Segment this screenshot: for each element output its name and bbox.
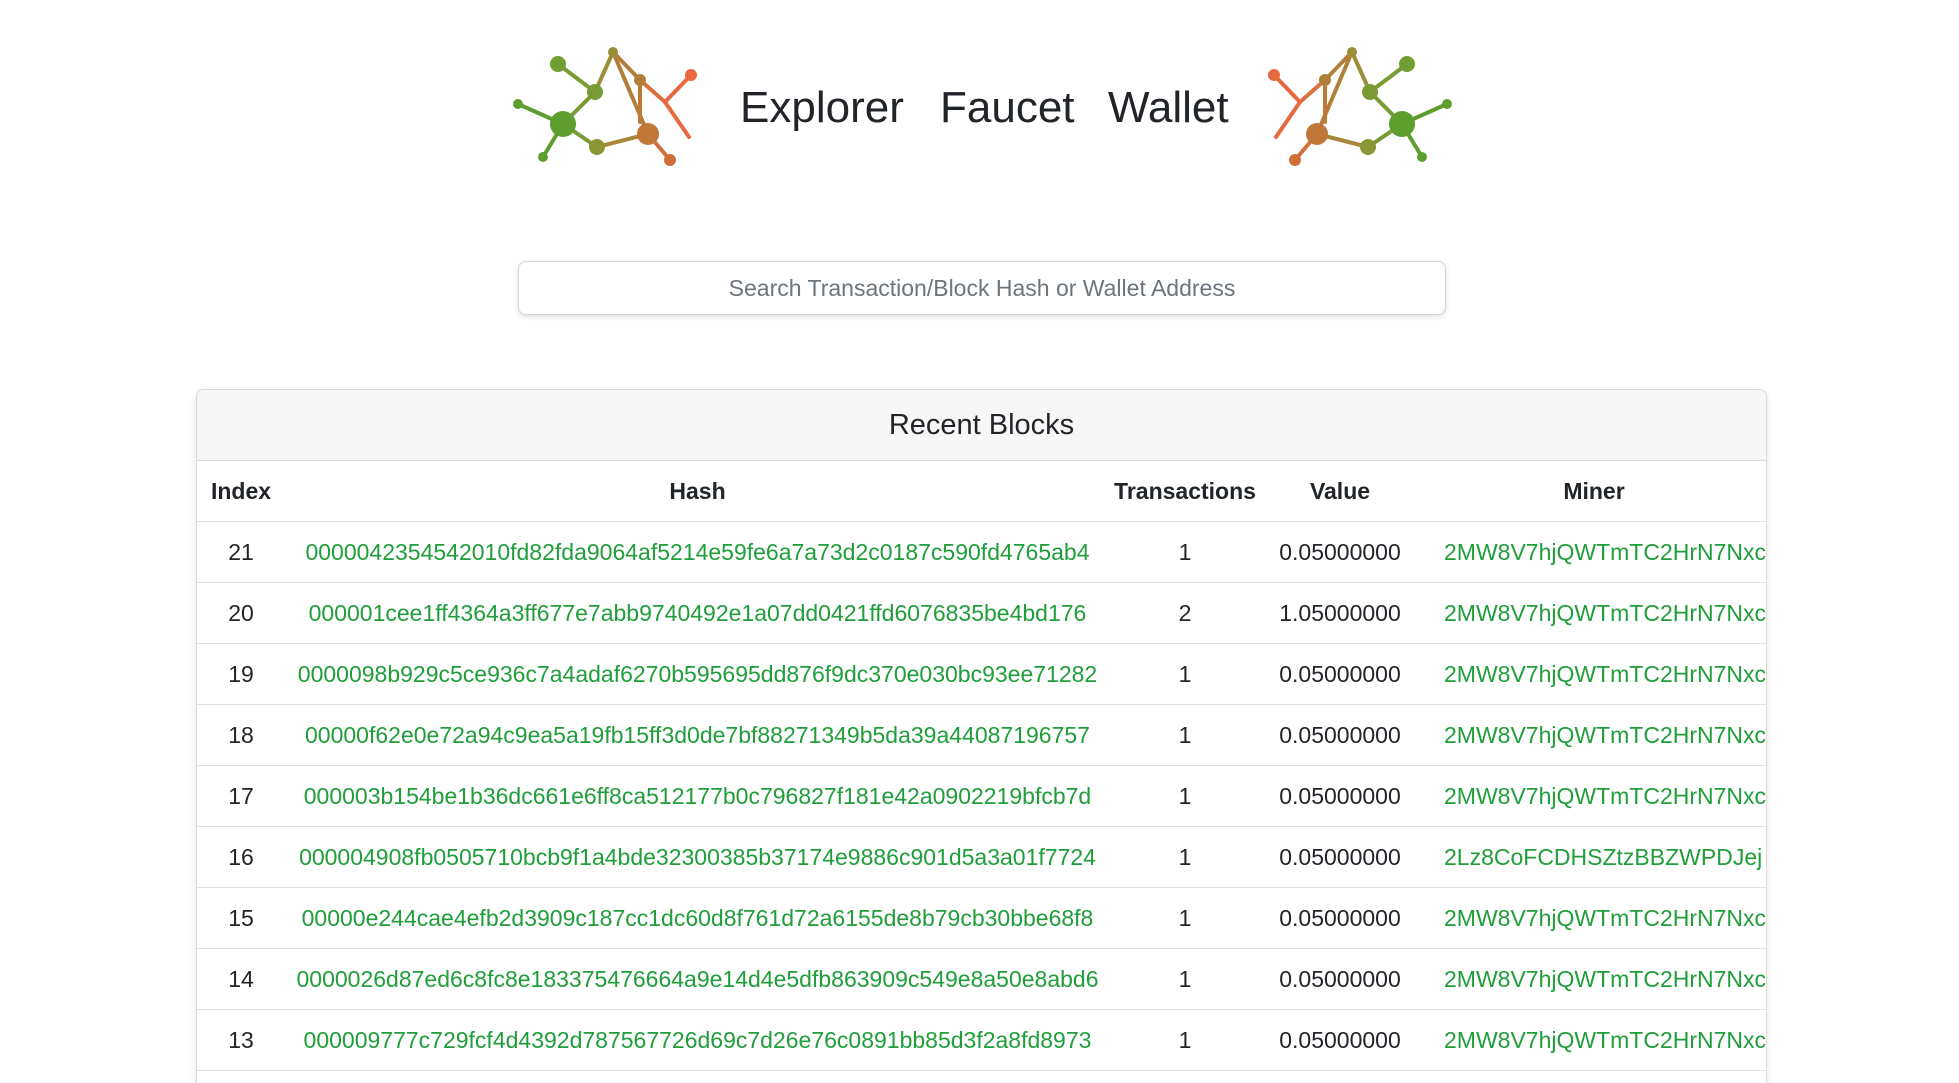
block-transaction-count: 1 xyxy=(1110,765,1260,827)
block-hash-link[interactable]: 000001cee1ff4364a3ff677e7abb9740492e1a07… xyxy=(309,600,1087,626)
search-input[interactable] xyxy=(518,261,1446,315)
block-value: 0.05000000 xyxy=(1260,826,1420,888)
block-index: 21 xyxy=(197,521,285,583)
blocks-table: Index Hash Transactions Value Miner 21 00… xyxy=(197,461,1766,1071)
block-hash-link[interactable]: 000004908fb0505710bcb9f1a4bde32300385b37… xyxy=(299,844,1096,870)
table-row: 13 000009777c729fcf4d4392d787567726d69c7d… xyxy=(197,1009,1766,1071)
block-index: 15 xyxy=(197,887,285,949)
block-transaction-count: 1 xyxy=(1110,1009,1260,1071)
recent-blocks-card: Recent Blocks Index Hash Transactions Va… xyxy=(196,389,1767,1083)
network-logo-icon xyxy=(1268,47,1452,166)
block-index: 16 xyxy=(197,826,285,888)
block-value: 0.05000000 xyxy=(1260,1009,1420,1071)
table-row: 17 000003b154be1b36dc661e6ff8ca512177b0c7… xyxy=(197,765,1766,827)
block-index: 20 xyxy=(197,582,285,644)
block-index: 17 xyxy=(197,765,285,827)
block-hash-link[interactable]: 00000e244cae4efb2d3909c187cc1dc60d8f761d… xyxy=(302,905,1094,931)
nav-explorer-link[interactable]: Explorer xyxy=(740,78,904,138)
block-transaction-count: 1 xyxy=(1110,704,1260,766)
table-header-row: Index Hash Transactions Value Miner xyxy=(197,461,1766,522)
table-row: 19 0000098b929c5ce936c7a4adaf6270b595695d… xyxy=(197,643,1766,705)
column-header-miner: Miner xyxy=(1420,461,1766,522)
block-index: 18 xyxy=(197,704,285,766)
table-row: 18 00000f62e0e72a94c9ea5a19fb15ff3d0de7bf… xyxy=(197,704,1766,766)
block-transaction-count: 1 xyxy=(1110,643,1260,705)
block-value: 1.05000000 xyxy=(1260,582,1420,644)
table-row: 14 0000026d87ed6c8fc8e183375476664a9e14d4… xyxy=(197,948,1766,1010)
explorer-page: Explorer Faucet Wallet Search Transactio… xyxy=(0,0,1959,1083)
block-hash-link[interactable]: 000003b154be1b36dc661e6ff8ca512177b0c796… xyxy=(304,783,1091,809)
network-logo-icon xyxy=(513,47,697,166)
miner-address-link[interactable]: 2Lz8CoFCDHSZtzBBZWPDJej xyxy=(1444,844,1762,870)
table-row: 15 00000e244cae4efb2d3909c187cc1dc60d8f76… xyxy=(197,887,1766,949)
miner-address-link[interactable]: 2MW8V7hjQWTmTC2HrN7Nxc xyxy=(1444,1027,1766,1053)
block-value: 0.05000000 xyxy=(1260,765,1420,827)
miner-address-link[interactable]: 2MW8V7hjQWTmTC2HrN7Nxc xyxy=(1444,783,1766,809)
nav-wallet-link[interactable]: Wallet xyxy=(1108,78,1229,138)
block-index: 19 xyxy=(197,643,285,705)
block-value: 0.05000000 xyxy=(1260,643,1420,705)
miner-address-link[interactable]: 2MW8V7hjQWTmTC2HrN7Nxc xyxy=(1444,966,1766,992)
block-transaction-count: 1 xyxy=(1110,521,1260,583)
block-value: 0.05000000 xyxy=(1260,887,1420,949)
table-row: 20 000001cee1ff4364a3ff677e7abb9740492e1a… xyxy=(197,582,1766,644)
block-value: 0.05000000 xyxy=(1260,704,1420,766)
block-transaction-count: 1 xyxy=(1110,887,1260,949)
miner-address-link[interactable]: 2MW8V7hjQWTmTC2HrN7Nxc xyxy=(1444,539,1766,565)
column-header-index: Index xyxy=(197,461,285,522)
block-hash-link[interactable]: 000009777c729fcf4d4392d787567726d69c7d26… xyxy=(304,1027,1092,1053)
miner-address-link[interactable]: 2MW8V7hjQWTmTC2HrN7Nxc xyxy=(1444,600,1766,626)
block-transaction-count: 2 xyxy=(1110,582,1260,644)
miner-address-link[interactable]: 2MW8V7hjQWTmTC2HrN7Nxc xyxy=(1444,722,1766,748)
miner-address-link[interactable]: 2MW8V7hjQWTmTC2HrN7Nxc xyxy=(1444,905,1766,931)
block-index: 14 xyxy=(197,948,285,1010)
nav-faucet-link[interactable]: Faucet xyxy=(940,78,1075,138)
block-hash-link[interactable]: 0000098b929c5ce936c7a4adaf6270b595695dd8… xyxy=(298,661,1097,687)
column-header-value: Value xyxy=(1260,461,1420,522)
recent-blocks-title: Recent Blocks xyxy=(197,390,1766,461)
block-value: 0.05000000 xyxy=(1260,521,1420,583)
block-hash-link[interactable]: 0000026d87ed6c8fc8e183375476664a9e14d4e5… xyxy=(297,966,1099,992)
column-header-hash: Hash xyxy=(285,461,1110,522)
block-value: 0.05000000 xyxy=(1260,948,1420,1010)
block-hash-link[interactable]: 00000f62e0e72a94c9ea5a19fb15ff3d0de7bf88… xyxy=(305,722,1090,748)
block-hash-link[interactable]: 0000042354542010fd82fda9064af5214e59fe6a… xyxy=(305,539,1089,565)
block-index: 13 xyxy=(197,1009,285,1071)
miner-address-link[interactable]: 2MW8V7hjQWTmTC2HrN7Nxc xyxy=(1444,661,1766,687)
column-header-transactions: Transactions xyxy=(1110,461,1260,522)
block-transaction-count: 1 xyxy=(1110,948,1260,1010)
table-row: 16 000004908fb0505710bcb9f1a4bde32300385b… xyxy=(197,826,1766,888)
header: Explorer Faucet Wallet xyxy=(0,42,1959,172)
block-transaction-count: 1 xyxy=(1110,826,1260,888)
table-row: 21 0000042354542010fd82fda9064af5214e59fe… xyxy=(197,521,1766,583)
